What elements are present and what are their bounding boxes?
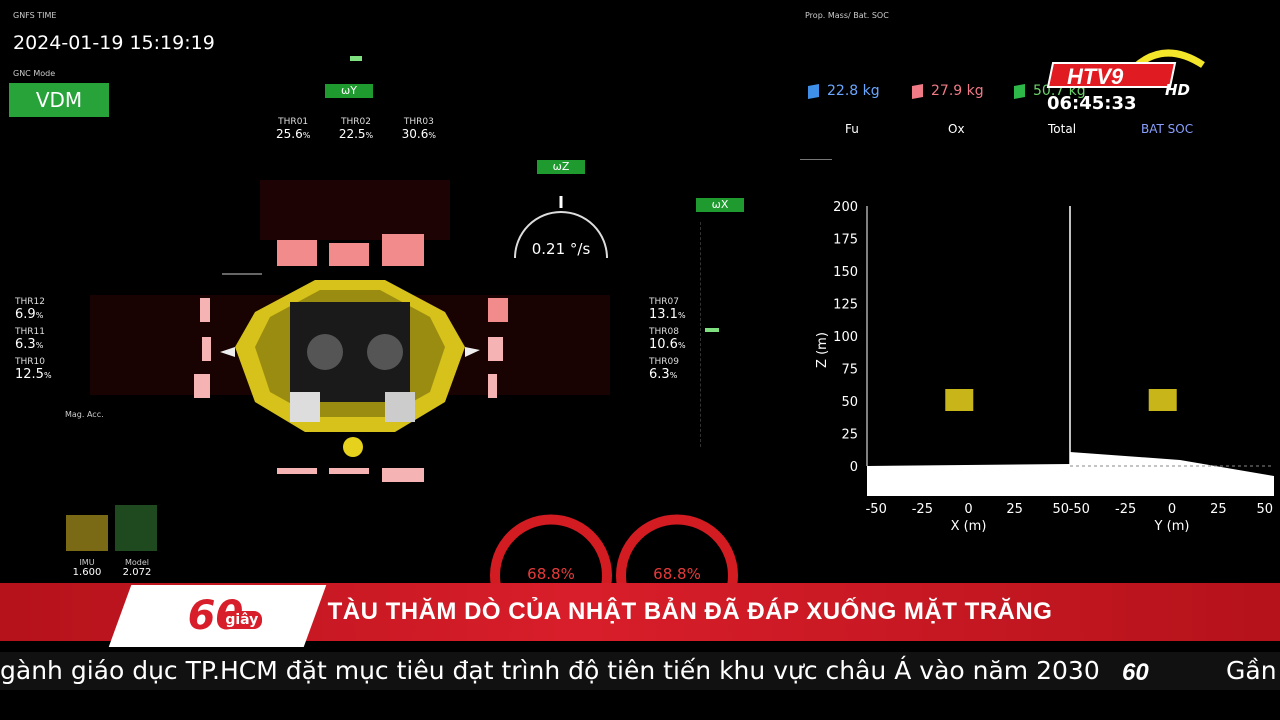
- thr10-bar: [194, 374, 210, 398]
- y-tick-label: 175: [833, 233, 858, 248]
- horizon-line: [222, 273, 262, 275]
- x-tick-label: -25: [1115, 502, 1136, 517]
- x-tick-label: 25: [1006, 502, 1023, 517]
- model-bar: [115, 505, 157, 551]
- x-tick-label: 50: [1256, 502, 1273, 517]
- position-chart: 0 25 50 75 100 125 150 175 200 -50 -25 0 25 50 X (m) -5…: [815, 200, 1274, 534]
- x-tick-label: -25: [912, 502, 933, 517]
- brand-logo: 60 giây: [170, 585, 280, 647]
- y-tick-label: 125: [833, 298, 858, 313]
- total-swatch: [1014, 83, 1025, 99]
- hd-label: HD: [1165, 81, 1191, 99]
- wy-indicator: [350, 56, 362, 61]
- ticker-brand-icon: 60: [1118, 658, 1174, 686]
- lander-marker-y: [1148, 389, 1177, 411]
- prop-title: Prop. Mass/ Bat. SOC: [805, 11, 889, 20]
- x-tick-label: 0: [964, 502, 972, 517]
- thr04-bar: [277, 468, 317, 474]
- y-tick-label: 0: [850, 460, 858, 475]
- thr07-readout: THR07 13.1%: [649, 297, 686, 322]
- thruster-glow-top: [260, 180, 450, 240]
- thr11-bar: [202, 337, 211, 361]
- ox-swatch: [912, 83, 923, 99]
- right-thruster-readouts: THR07 13.1% THR08 10.6% THR09 6.3%: [649, 297, 699, 382]
- gauge-2-value: 68.8%: [653, 565, 701, 583]
- ticker-text: gành giáo dục TP.HCM đặt mục tiêu đạt tr…: [0, 656, 1100, 685]
- y-tick-label: 100: [833, 330, 858, 345]
- lander-marker-x: [945, 389, 974, 411]
- left-thruster-readouts: THR12 6.9% THR11 6.3% THR10 12.5%: [15, 297, 65, 382]
- lander-body-icon: [220, 280, 480, 457]
- y-tick-label: 50: [841, 395, 858, 410]
- ticker-bar: gành giáo dục TP.HCM đặt mục tiêu đạt tr…: [0, 652, 1280, 690]
- y-axis-label: Z (m): [815, 332, 830, 368]
- svg-text:HTV9: HTV9: [1067, 64, 1124, 89]
- x-tick-label: -50: [866, 502, 887, 517]
- thr12-bar: [200, 298, 210, 322]
- x-axis-label: X (m): [951, 519, 987, 534]
- thr02-readout: THR02 22.5%: [338, 117, 374, 141]
- wx-scale: [700, 222, 741, 447]
- wy-badge: ωY: [325, 84, 373, 98]
- mag-acc-label: Mag. Acc.: [65, 410, 104, 419]
- top-thruster-readouts: THR01 25.6% THR02 22.5% THR03 30.6%: [276, 117, 436, 141]
- thr08-readout: THR08 10.6%: [649, 327, 686, 352]
- x-tick-label: -50: [1069, 502, 1090, 517]
- x-tick-label: 50: [1052, 502, 1069, 517]
- gnss-time-label: GNFS TIME: [13, 11, 57, 20]
- wx-indicator: [705, 328, 719, 332]
- thr11-readout: THR11 6.3%: [15, 327, 45, 352]
- prop-divider: [800, 159, 832, 160]
- model-readout: Model 2.072: [122, 558, 152, 578]
- ox-label: Ox: [948, 122, 965, 136]
- imu-readout: IMU 1.600: [72, 558, 102, 578]
- gauge-1-value: 68.8%: [527, 565, 575, 583]
- thr03-readout: THR03 30.6%: [401, 117, 436, 141]
- thr05-bar: [329, 468, 369, 474]
- x-axis-label: Y (m): [1154, 519, 1190, 534]
- thr08-bar: [488, 337, 503, 361]
- fu-label: Fu: [845, 122, 859, 136]
- bat-soc-label: BAT SOC: [1141, 122, 1194, 136]
- y-tick-label: 200: [833, 200, 858, 215]
- total-label: Total: [1048, 122, 1077, 136]
- wz-value: 0.21 °/s: [531, 240, 591, 258]
- gnss-datetime: 2024-01-19 15:19:19: [13, 32, 215, 54]
- thr07-bar: [488, 298, 508, 322]
- thr02-bar: [329, 243, 369, 266]
- thr12-readout: THR12 6.9%: [15, 297, 45, 322]
- ticker-next-text: Gần: [1226, 656, 1277, 685]
- x-tick-label: 25: [1210, 502, 1227, 517]
- wx-badge: ωX: [696, 198, 744, 212]
- y-tick-label: 150: [833, 265, 858, 280]
- brand-sub: giây: [221, 611, 263, 629]
- channel-clock: 06:45:33: [1047, 93, 1137, 114]
- fu-swatch: [808, 83, 819, 99]
- thr03-bar: [382, 234, 424, 266]
- fu-legend: 22.8 kg: [808, 83, 880, 99]
- thr10-readout: THR10 12.5%: [15, 357, 52, 382]
- gnc-mode-label: GNC Mode: [13, 69, 56, 78]
- thr06-bar: [382, 468, 424, 482]
- thr01-readout: THR01 25.6%: [276, 117, 311, 141]
- y-tick-label: 75: [841, 363, 858, 378]
- thr09-bar: [488, 374, 497, 398]
- thr01-bar: [277, 240, 317, 266]
- ox-legend: 27.9 kg: [912, 83, 984, 99]
- y-tick-label: 25: [841, 428, 858, 443]
- svg-text:60: 60: [1122, 659, 1149, 684]
- imu-bar: [66, 515, 108, 551]
- x-tick-label: 0: [1168, 502, 1176, 517]
- wy-scale: [230, 52, 450, 72]
- thr09-readout: THR09 6.3%: [649, 357, 679, 382]
- gnc-mode-value: VDM: [9, 83, 109, 117]
- wz-badge: ωZ: [537, 160, 585, 174]
